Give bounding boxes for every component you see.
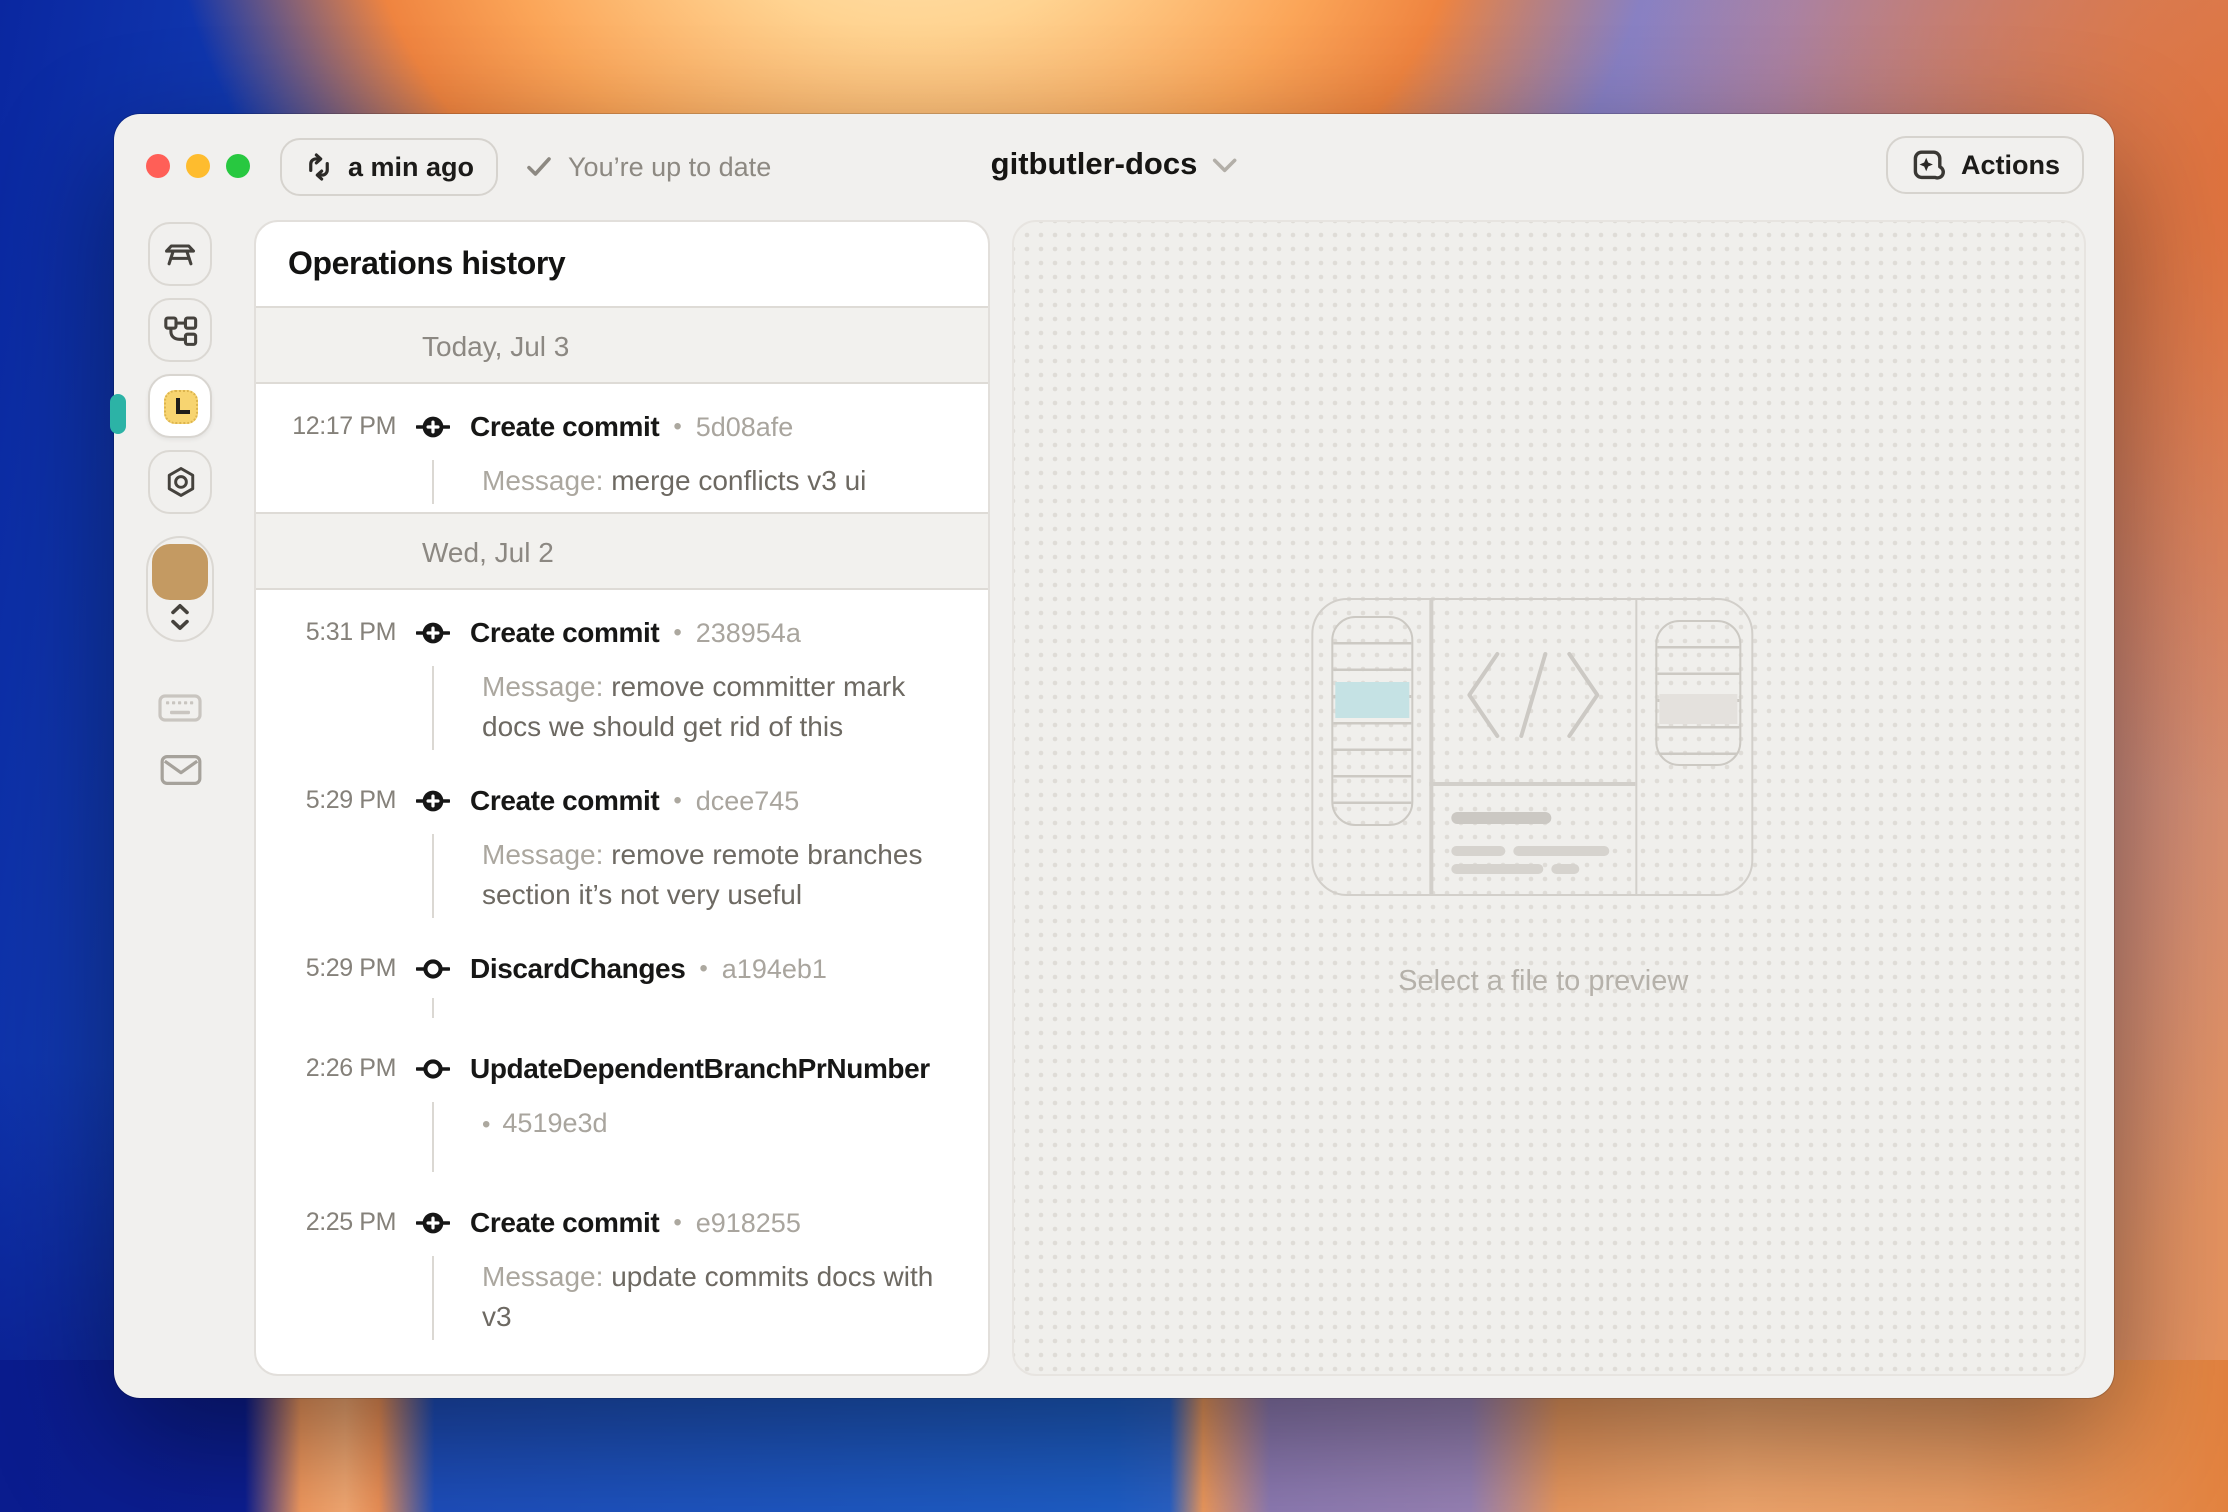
sidebar-item-workspace[interactable]: [148, 222, 212, 286]
mail-icon: [159, 754, 201, 786]
commit-hash: a194eb1: [721, 953, 827, 983]
create-commit-icon: [416, 615, 450, 649]
history-entry[interactable]: 1:57 PM Create commit • 7efe630: [256, 1348, 988, 1374]
sync-button-label: a min ago: [348, 151, 475, 181]
entry-time: 2:26 PM: [305, 1054, 397, 1082]
entry-detail: • 4519e3d: [432, 1102, 948, 1172]
operations-list[interactable]: Today, Jul 3 12:17 PM Create commit • 5d…: [256, 306, 988, 1374]
entry-time: 2:25 PM: [305, 1208, 397, 1236]
bullet: •: [673, 618, 682, 646]
history-entry[interactable]: 5:29 PM DiscardChanges • a194eb1: [256, 926, 988, 1026]
chevron-up-down-icon: [166, 602, 194, 632]
branches-icon: [160, 310, 200, 350]
preview-placeholder-text: Select a file to preview: [1398, 966, 1689, 998]
sidebar-item-settings[interactable]: [148, 450, 212, 514]
actions-button-label: Actions: [1960, 150, 2060, 180]
date-group-header: Today, Jul 3: [256, 306, 988, 384]
operation-icon: [416, 1051, 450, 1085]
entry-connector: [432, 998, 948, 1018]
check-icon: [526, 155, 552, 177]
create-commit-icon: [416, 1373, 450, 1374]
minimize-window-button[interactable]: [186, 154, 210, 178]
date-group-header: Wed, Jul 2: [256, 512, 988, 590]
history-entry[interactable]: 2:25 PM Create commit • e918255 Message:…: [256, 1180, 988, 1348]
project-title: gitbutler-docs: [990, 148, 1198, 182]
actions-button[interactable]: Actions: [1886, 136, 2084, 194]
bullet: •: [699, 954, 708, 982]
bullet: •: [673, 1208, 682, 1236]
commit-hash: • 4519e3d: [482, 1108, 608, 1138]
chevron-down-icon: [1213, 158, 1238, 174]
entry-time: 5:29 PM: [305, 954, 397, 982]
gitbutler-window: a min ago You’re up to date gitbutler-do…: [110, 114, 2114, 1398]
profile-menu[interactable]: [146, 536, 214, 642]
sidebar: [114, 218, 254, 1398]
history-entry[interactable]: 12:17 PM Create commit • 5d08afe Message…: [256, 384, 988, 512]
commit-hash: 238954a: [695, 617, 801, 647]
keyboard-shortcuts-button[interactable]: [158, 694, 202, 722]
update-status: You’re up to date: [526, 151, 771, 181]
commit-hash: dcee745: [695, 785, 800, 815]
illustration-gray-highlight: [1658, 694, 1737, 724]
entry-time: 12:17 PM: [292, 412, 396, 440]
commit-hash: e918255: [695, 1207, 801, 1237]
history-entry[interactable]: 5:31 PM Create commit • 238954a Message:…: [256, 590, 988, 758]
settings-hexagon-icon: [161, 463, 199, 501]
bullet: •: [673, 786, 682, 814]
preview-empty-illustration: [1310, 598, 1753, 896]
entry-message: Message: remove remote branches section …: [432, 834, 948, 918]
operations-history-panel: Operations history Today, Jul 3 12:17 PM…: [254, 220, 990, 1376]
commit-hash: 5d08afe: [695, 411, 794, 441]
close-window-button[interactable]: [146, 154, 170, 178]
code-icon: [1464, 650, 1600, 740]
project-selector[interactable]: gitbutler-docs: [991, 148, 1238, 184]
screen: a min ago You’re up to date gitbutler-do…: [0, 0, 2228, 1512]
entry-title: Create commit: [470, 784, 660, 816]
create-commit-icon: [416, 409, 450, 443]
window-content: Operations history Today, Jul 3 12:17 PM…: [114, 218, 2114, 1398]
history-entry[interactable]: 2:26 PM UpdateDependentBranchPrNumber • 4…: [256, 1026, 988, 1180]
workspace-table-icon: [160, 234, 200, 274]
sidebar-item-operations-history[interactable]: [148, 374, 212, 438]
history-entry[interactable]: 5:29 PM Create commit • dcee745 Message:…: [256, 758, 988, 926]
entry-title: Create commit: [470, 616, 660, 648]
entry-time: 5:31 PM: [305, 618, 397, 646]
entry-title: DiscardChanges: [470, 952, 686, 984]
entry-time: 5:29 PM: [305, 786, 397, 814]
titlebar: a min ago You’re up to date gitbutler-do…: [114, 114, 2114, 218]
entry-message: Message: update commits docs with v3: [432, 1256, 948, 1340]
sync-icon: [304, 151, 334, 181]
feedback-button[interactable]: [159, 754, 201, 786]
user-avatar: [152, 544, 208, 600]
panel-title: Operations history: [288, 248, 566, 282]
sidebar-item-branches[interactable]: [148, 298, 212, 362]
create-commit-icon: [416, 1205, 450, 1239]
update-status-label: You’re up to date: [568, 151, 772, 181]
bullet: •: [673, 412, 682, 440]
illustration-teal-highlight: [1334, 681, 1409, 717]
entry-title: UpdateDependentBranchPrNumber: [470, 1052, 930, 1084]
keyboard-icon: [158, 694, 202, 722]
history-clock-icon: [163, 389, 197, 423]
entry-title: Create commit: [470, 1206, 660, 1238]
create-commit-icon: [416, 783, 450, 817]
file-preview-panel: Select a file to preview: [1012, 220, 2086, 1376]
operation-icon: [416, 951, 450, 985]
entry-message: Message: remove committer mark docs we s…: [432, 666, 948, 750]
actions-sparkle-icon: [1911, 148, 1947, 182]
window-controls: [146, 154, 250, 178]
entry-message: Message: merge conflicts v3 ui: [432, 460, 948, 504]
sync-button[interactable]: a min ago: [280, 137, 499, 195]
entry-title: Create commit: [470, 410, 660, 442]
zoom-window-button[interactable]: [226, 154, 250, 178]
